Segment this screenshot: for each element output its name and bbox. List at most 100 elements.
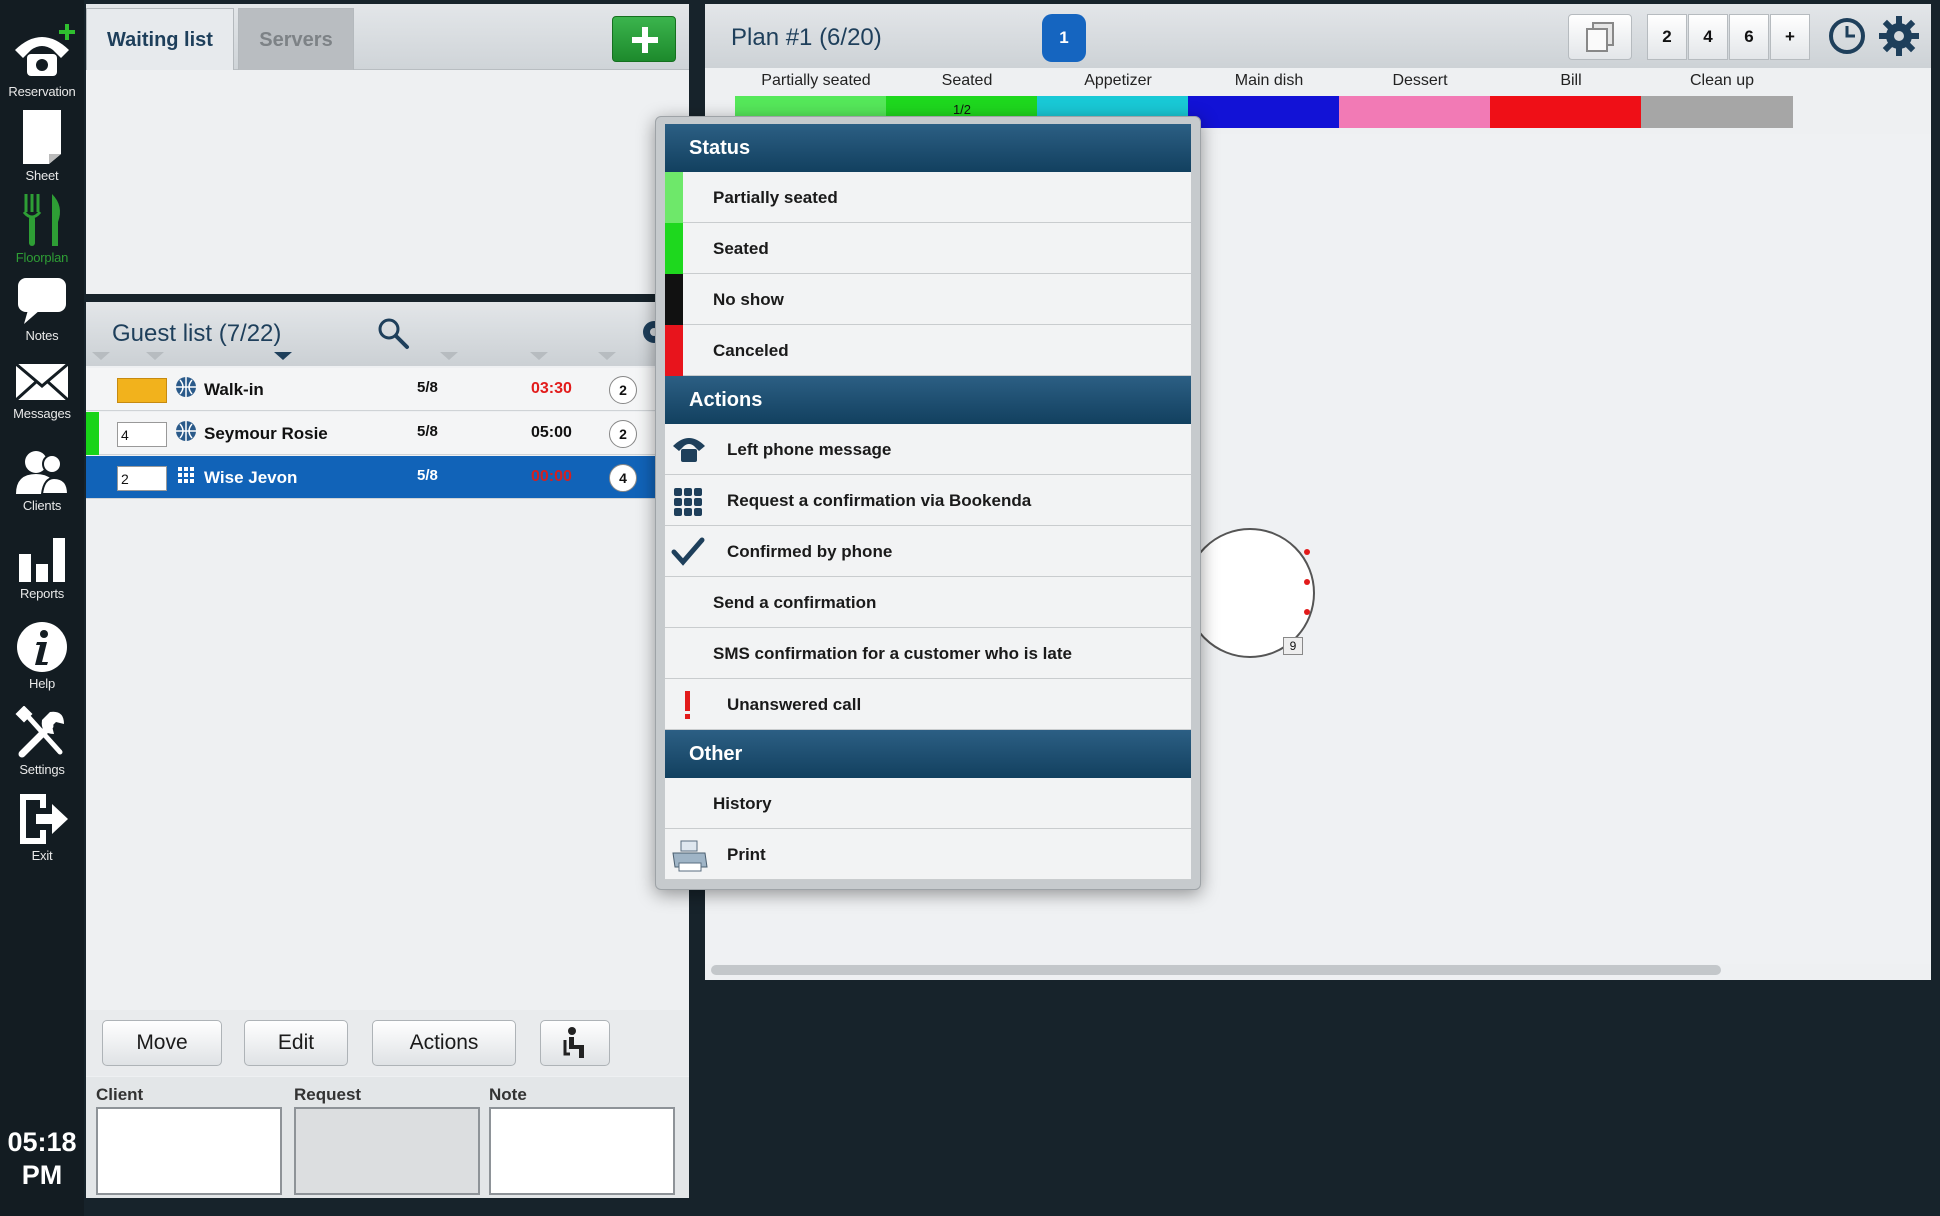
- row-table-box[interactable]: [117, 378, 167, 403]
- menu-item-label: Send a confirmation: [713, 593, 877, 612]
- legend-label: Appetizer: [1084, 72, 1152, 89]
- sort-arrow[interactable]: [146, 352, 164, 360]
- nav-sheet[interactable]: Sheet: [0, 108, 84, 183]
- seat-button[interactable]: [540, 1020, 610, 1066]
- people-icon: [16, 451, 70, 495]
- menu-item-label: SMS confirmation for a customer who is l…: [713, 644, 1072, 663]
- grid-icon: [674, 488, 702, 516]
- nav-messages[interactable]: Messages: [0, 360, 84, 421]
- side-nav: Reservation Sheet Floorplan Notes Messag…: [0, 0, 84, 1216]
- menu-item-label: Seated: [713, 239, 769, 258]
- bar-chart-icon: [19, 538, 65, 582]
- menu-item-print[interactable]: Print: [665, 829, 1191, 880]
- guest-time: 00:00: [531, 468, 572, 485]
- menu-item-sms-confirmation-late[interactable]: SMS confirmation for a customer who is l…: [665, 628, 1191, 679]
- guest-row[interactable]: Walk-in 5/8 03:30 2: [86, 368, 689, 411]
- menu-item-canceled[interactable]: Canceled: [665, 325, 1191, 376]
- menu-item-label: No show: [713, 290, 784, 309]
- row-table-box[interactable]: 4: [117, 422, 167, 447]
- phone-add-icon: [15, 24, 75, 76]
- menu-item-no-show[interactable]: No show: [665, 274, 1191, 325]
- status-swatch: [665, 172, 683, 223]
- zoom-6-button[interactable]: 6: [1729, 14, 1769, 60]
- guest-party: 5/8: [417, 379, 438, 396]
- nav-settings[interactable]: Settings: [0, 706, 84, 777]
- menu-item-label: Left phone message: [727, 440, 892, 459]
- info-icon: [17, 622, 67, 672]
- search-icon[interactable]: [376, 316, 410, 350]
- clock-icon[interactable]: [1827, 16, 1867, 56]
- guest-name: Wise Jevon: [204, 468, 298, 487]
- sheet-icon: [23, 110, 61, 164]
- legend-bar: [1339, 96, 1491, 128]
- sort-arrow[interactable]: [440, 352, 458, 360]
- zoom-2-button[interactable]: 2: [1647, 14, 1687, 60]
- add-button[interactable]: [612, 16, 676, 62]
- seat-dots: [1304, 549, 1310, 615]
- clock: 05:18 PM: [0, 1126, 84, 1192]
- globe-icon: [176, 377, 196, 397]
- legend-bar: [1490, 96, 1642, 128]
- note-field[interactable]: [489, 1107, 675, 1195]
- menu-item-seated[interactable]: Seated: [665, 223, 1191, 274]
- menu-item-label: History: [713, 794, 772, 813]
- legend-label: Bill: [1560, 72, 1582, 89]
- copy-button[interactable]: [1568, 14, 1632, 60]
- guest-party: 5/8: [417, 467, 438, 484]
- zoom-4-button[interactable]: 4: [1688, 14, 1728, 60]
- request-label: Request: [294, 1085, 362, 1104]
- menu-item-label: Partially seated: [713, 188, 838, 207]
- checkmark-icon: [671, 537, 705, 566]
- guest-time: 03:30: [531, 380, 572, 397]
- edit-button[interactable]: Edit: [244, 1020, 348, 1066]
- actions-button[interactable]: Actions: [372, 1020, 516, 1066]
- guest-row[interactable]: 4 Seymour Rosie 5/8 05:00 2: [86, 412, 689, 455]
- menu-section-status: Status: [665, 124, 1191, 172]
- grid-small-icon: [178, 467, 194, 483]
- legend-bar: [1641, 96, 1793, 128]
- tab-waiting-list[interactable]: Waiting list: [86, 8, 234, 70]
- sort-arrow-active[interactable]: [274, 352, 292, 360]
- nav-reports[interactable]: Reports: [0, 534, 84, 601]
- menu-item-confirmed-by-phone[interactable]: Confirmed by phone: [665, 526, 1191, 577]
- guest-row-selected[interactable]: 2 Wise Jevon 5/8 00:00 4: [86, 456, 689, 499]
- menu-item-send-confirmation[interactable]: Send a confirmation: [665, 577, 1191, 628]
- guest-panel: Guest list (7/22) Walk-in 5/8 03:30 2 4: [86, 302, 689, 1198]
- printer-icon: [672, 840, 708, 872]
- menu-item-unanswered-call[interactable]: Unanswered call: [665, 679, 1191, 730]
- sort-arrow[interactable]: [530, 352, 548, 360]
- sort-arrow[interactable]: [598, 352, 616, 360]
- legend-label: Seated: [941, 72, 993, 89]
- menu-item-request-confirmation-bookenda[interactable]: Request a confirmation via Bookenda: [665, 475, 1191, 526]
- nav-notes[interactable]: Notes: [0, 276, 84, 343]
- nav-exit[interactable]: Exit: [0, 792, 84, 863]
- menu-item-partially-seated[interactable]: Partially seated: [665, 172, 1191, 223]
- menu-item-history[interactable]: History: [665, 778, 1191, 829]
- nav-reservation[interactable]: Reservation: [0, 20, 84, 99]
- move-button[interactable]: Move: [102, 1020, 222, 1066]
- plan-badge[interactable]: 1: [1042, 14, 1086, 62]
- guest-list-title: Guest list (7/22): [112, 320, 282, 347]
- guest-name: Seymour Rosie: [204, 424, 328, 443]
- request-field[interactable]: [294, 1107, 480, 1195]
- gear-icon[interactable]: [1877, 14, 1921, 58]
- row-table-box[interactable]: 2: [117, 466, 167, 491]
- nav-clients[interactable]: Clients: [0, 448, 84, 513]
- nav-floorplan[interactable]: Floorplan: [0, 192, 84, 265]
- globe-icon: [176, 421, 196, 441]
- speech-bubble-icon: [18, 278, 66, 324]
- tab-servers[interactable]: Servers: [238, 8, 354, 70]
- client-field[interactable]: [96, 1107, 282, 1195]
- nav-help[interactable]: Help: [0, 620, 84, 691]
- legend-label: Partially seated: [761, 72, 871, 89]
- guest-party: 5/8: [417, 423, 438, 440]
- menu-section-actions: Actions: [665, 376, 1191, 424]
- row-status-stripe: [86, 412, 99, 455]
- sort-arrow[interactable]: [92, 352, 110, 360]
- horizontal-scrollbar[interactable]: [711, 965, 1721, 975]
- clock-ampm: PM: [21, 1160, 63, 1190]
- menu-item-left-phone-message[interactable]: Left phone message: [665, 424, 1191, 475]
- context-menu: Status Partially seated Seated No show C…: [655, 116, 1201, 890]
- menu-item-label: Confirmed by phone: [727, 542, 893, 561]
- zoom-plus-button[interactable]: +: [1770, 14, 1810, 60]
